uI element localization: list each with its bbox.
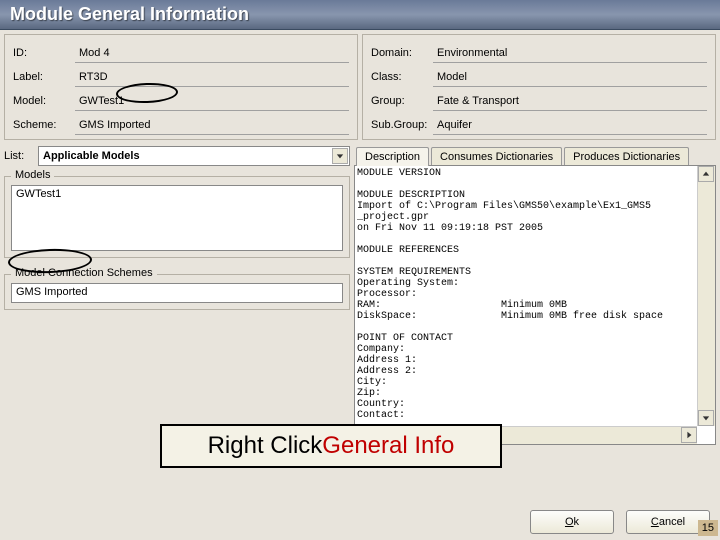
window-title: Module General Information bbox=[0, 0, 720, 30]
schemes-panel: Model Connection Schemes GMS Imported bbox=[4, 274, 350, 310]
page-number: 15 bbox=[698, 520, 718, 536]
list-label: List: bbox=[4, 150, 38, 162]
models-panel: Models GWTest1 bbox=[4, 176, 350, 258]
label-value: RT3D bbox=[75, 67, 349, 87]
subgroup-value: Aquifer bbox=[433, 115, 707, 135]
domain-label: Domain: bbox=[371, 47, 433, 59]
callout-text-red: General Info bbox=[322, 432, 454, 460]
ok-button[interactable]: Ok bbox=[530, 510, 614, 534]
chevron-up-icon bbox=[702, 170, 710, 178]
group-value: Fate & Transport bbox=[433, 91, 707, 111]
schemes-listbox[interactable]: GMS Imported bbox=[11, 283, 343, 303]
list-item[interactable]: GMS Imported bbox=[16, 286, 338, 298]
id-label: ID: bbox=[13, 47, 75, 59]
models-listbox[interactable]: GWTest1 bbox=[11, 185, 343, 251]
callout-text-black: Right Click bbox=[208, 432, 323, 460]
subgroup-label: Sub.Group: bbox=[371, 119, 433, 131]
chevron-right-icon bbox=[685, 431, 693, 439]
combobox-dropdown-button[interactable] bbox=[332, 148, 348, 164]
info-right-group: Domain:Environmental Class:Model Group:F… bbox=[362, 34, 716, 140]
dialog-buttons: Ok Cancel bbox=[530, 510, 710, 534]
list-item[interactable]: GWTest1 bbox=[16, 188, 338, 200]
list-selected-value: Applicable Models bbox=[43, 150, 140, 162]
domain-value: Environmental bbox=[433, 43, 707, 63]
list-combobox[interactable]: Applicable Models bbox=[38, 146, 350, 166]
chevron-down-icon bbox=[702, 414, 710, 422]
scheme-label: Scheme: bbox=[13, 119, 75, 131]
info-grid: ID:Mod 4 Label:RT3D Model:GWTest1 Scheme… bbox=[0, 30, 720, 140]
description-textarea[interactable]: MODULE VERSION MODULE DESCRIPTION Import… bbox=[354, 165, 716, 445]
models-panel-title: Models bbox=[11, 169, 54, 181]
description-text: MODULE VERSION MODULE DESCRIPTION Import… bbox=[357, 168, 695, 424]
vertical-scrollbar[interactable] bbox=[697, 166, 715, 426]
tab-consumes-dictionaries[interactable]: Consumes Dictionaries bbox=[431, 147, 562, 166]
tab-description[interactable]: Description bbox=[356, 147, 429, 166]
class-label: Class: bbox=[371, 71, 433, 83]
model-label: Model: bbox=[13, 95, 75, 107]
scheme-value: GMS Imported bbox=[75, 115, 349, 135]
id-value: Mod 4 bbox=[75, 43, 349, 63]
label-label: Label: bbox=[13, 71, 75, 83]
chevron-down-icon bbox=[336, 152, 344, 160]
scroll-down-button[interactable] bbox=[698, 410, 714, 426]
scroll-right-button[interactable] bbox=[681, 427, 697, 443]
tab-produces-dictionaries[interactable]: Produces Dictionaries bbox=[564, 147, 689, 166]
tab-bar: Description Consumes Dictionaries Produc… bbox=[356, 146, 716, 165]
scroll-up-button[interactable] bbox=[698, 166, 714, 182]
group-label: Group: bbox=[371, 95, 433, 107]
class-value: Model bbox=[433, 67, 707, 87]
instruction-callout: Right Click General Info bbox=[160, 424, 502, 468]
info-left-group: ID:Mod 4 Label:RT3D Model:GWTest1 Scheme… bbox=[4, 34, 358, 140]
